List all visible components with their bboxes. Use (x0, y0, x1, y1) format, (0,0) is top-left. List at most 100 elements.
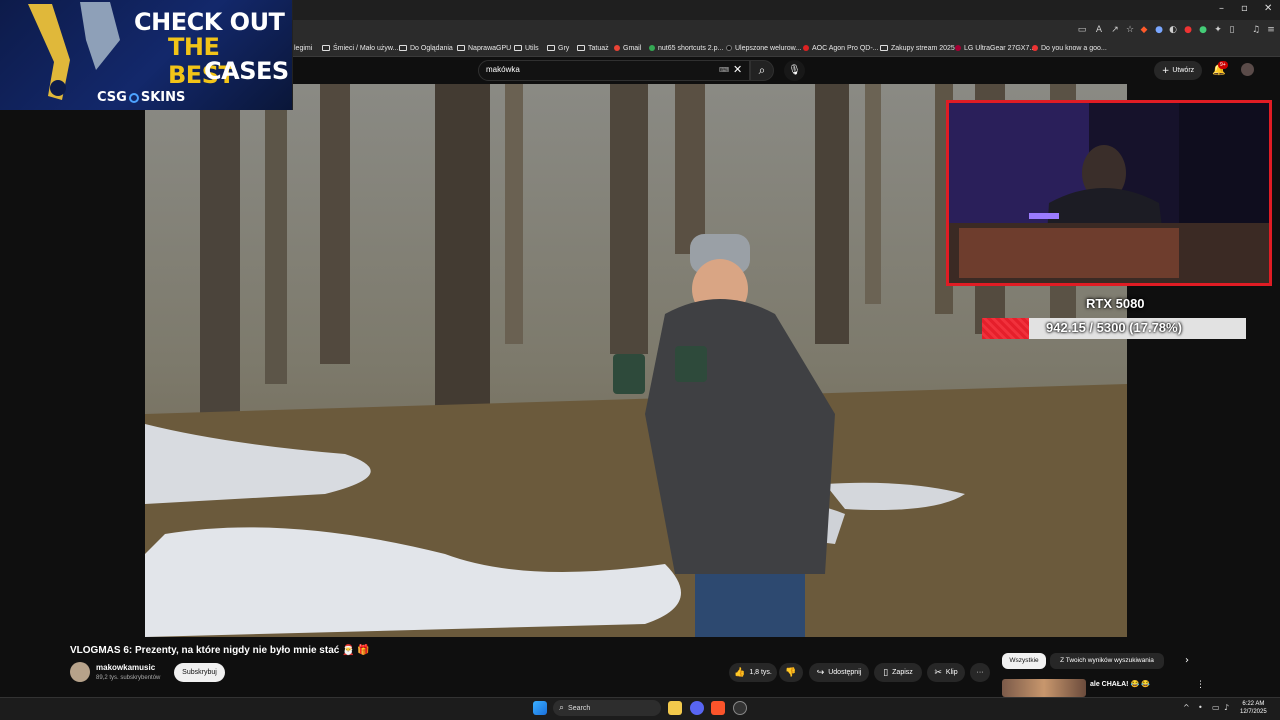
chevron-up-icon[interactable]: ^ (1183, 703, 1190, 712)
recommendation-thumbnail[interactable] (1002, 679, 1086, 697)
recommendation-title[interactable]: ale CHAŁA! 😂 😂 (1090, 680, 1150, 688)
windows-start-icon[interactable] (533, 701, 547, 715)
close-window-button[interactable]: ✕ (1264, 3, 1272, 14)
sidebar-icon[interactable]: ▯ (1226, 24, 1238, 36)
bookmark-folder[interactable]: Śmieci / Mało używ... (322, 42, 398, 54)
voice-search-button[interactable]: 🎙 (784, 60, 805, 81)
filter-chip-all[interactable]: Wszystkie (1002, 653, 1046, 669)
subscriber-count: 89,2 tys. subskrybentów (96, 675, 161, 681)
save-button[interactable]: ▯ Zapisz (874, 663, 922, 682)
gmail-icon (614, 45, 620, 51)
plus-icon: + (1161, 65, 1170, 76)
gpu-name-label: RTX 5080 (1086, 296, 1145, 311)
more-options-icon[interactable]: ⋮ (1196, 680, 1205, 690)
media-icon[interactable]: ♫ (1250, 24, 1262, 36)
folder-icon (457, 45, 465, 51)
thumbs-down-icon: 👎 (785, 667, 797, 678)
network-icon[interactable]: ▭ (1212, 703, 1220, 712)
filter-chip-search-results[interactable]: Z Twoich wyników wyszukiwania (1050, 653, 1164, 669)
brave-shield-icon[interactable]: ◆ (1138, 24, 1150, 36)
bookmark-item[interactable]: LG UltraGear 27GX7... (955, 42, 1035, 54)
obs-icon[interactable] (733, 701, 747, 715)
bookmark-folder[interactable]: Do Oglądania (399, 42, 453, 54)
file-explorer-icon[interactable] (668, 701, 682, 715)
notifications-badge: 9+ (1218, 61, 1228, 69)
brave-browser-icon[interactable] (711, 701, 725, 715)
gem-icon (128, 92, 139, 103)
bookmark-item[interactable]: Ulepszone welurow... (726, 42, 801, 54)
bookmark-item[interactable]: AOC Agon Pro QD-... (803, 42, 879, 54)
extension-icon[interactable]: ◐ (1167, 24, 1179, 36)
folder-icon (514, 45, 522, 51)
site-icon (1032, 45, 1038, 51)
thumbs-up-icon: 👍 (734, 667, 746, 678)
site-icon (726, 45, 732, 51)
bookmark-icon: ▯ (883, 667, 889, 678)
ad-brand-logo: CSG SKINS (97, 90, 186, 105)
bookmark-folder[interactable]: Utils (514, 42, 539, 54)
extension-icon[interactable]: ● (1153, 24, 1165, 36)
extension-icon[interactable]: ● (1197, 24, 1209, 36)
volume-icon[interactable]: ♪ (1224, 703, 1229, 712)
channel-name[interactable]: makowkamusic (96, 663, 155, 672)
clear-search-icon[interactable]: ✕ (733, 63, 742, 76)
bookmark-item[interactable]: Do you know a goo... (1032, 42, 1107, 54)
search-icon: ⌕ (758, 63, 766, 77)
folder-icon (547, 45, 555, 51)
search-icon: ⌕ (559, 703, 565, 713)
avatar[interactable] (1241, 63, 1254, 76)
create-button[interactable]: + Utwórz (1154, 61, 1202, 80)
maximize-button[interactable]: ▫ (1241, 3, 1248, 14)
video-title: VLOGMAS 6: Prezenty, na które nigdy nie … (70, 645, 370, 656)
clock[interactable]: 6:22 AM 12/7/2025 (1240, 700, 1267, 716)
folder-icon (577, 45, 585, 51)
create-label: Utwórz (1172, 67, 1195, 74)
scissors-icon: ✂ (934, 667, 942, 678)
taskbar-search[interactable]: ⌕ Search (553, 700, 661, 716)
extension-icon[interactable]: ● (1182, 24, 1194, 36)
bookmark-item[interactable]: legimi (294, 42, 312, 54)
google-icon (649, 45, 655, 51)
ad-headline: CHECK OUT (134, 8, 285, 36)
chevron-right-icon[interactable]: › (1185, 655, 1189, 666)
bookmark-folder[interactable]: Zakupy stream 2025 (880, 42, 955, 54)
channel-avatar[interactable] (70, 662, 90, 682)
time-text: 6:22 AM (1242, 701, 1265, 707)
keyboard-icon[interactable]: ⌨ (719, 66, 729, 74)
bookmark-folder[interactable]: NaprawaGPU (457, 42, 511, 54)
mic-tray-icon[interactable]: • (1198, 703, 1203, 712)
lg-icon (955, 45, 961, 51)
translate-icon[interactable]: A (1093, 24, 1105, 36)
folder-icon (399, 45, 407, 51)
extensions-puzzle-icon[interactable]: ✦ (1212, 24, 1224, 36)
menu-icon[interactable]: ≡ (1265, 24, 1277, 36)
bookmark-folder[interactable]: Tatuaż (577, 42, 609, 54)
bookmark-folder[interactable]: Gry (547, 42, 569, 54)
webcam-overlay (946, 100, 1272, 286)
cast-icon[interactable]: ▭ (1076, 24, 1088, 36)
microphone-icon: 🎙 (788, 65, 801, 76)
ad-headline: CASES (204, 57, 289, 85)
progress-text: 942.15 / 5300 (17.78%) (1046, 320, 1182, 335)
bookmark-gmail[interactable]: Gmail (614, 42, 641, 54)
search-query-text: makówka (486, 65, 520, 74)
webcam-frame (949, 103, 1269, 283)
bookmark-star-icon[interactable]: ☆ (1124, 24, 1136, 36)
share-button[interactable]: ↪ Udostępnij (809, 663, 869, 682)
share-icon[interactable]: ↗ (1109, 24, 1121, 36)
date-text: 12/7/2025 (1240, 709, 1267, 715)
bookmark-item[interactable]: nut65 shortcuts 2.p... (649, 42, 723, 54)
clip-button[interactable]: ✂ Klip (927, 663, 965, 682)
ad-banner[interactable]: CHECK OUT THE BEST CASES CSG SKINS (0, 0, 293, 110)
dislike-button[interactable]: 👎 (779, 663, 803, 682)
share-arrow-icon: ↪ (816, 667, 825, 678)
search-button[interactable]: ⌕ (750, 60, 774, 81)
discord-icon[interactable] (690, 701, 704, 715)
subscribe-button[interactable]: Subskrybuj (174, 663, 225, 682)
like-button[interactable]: 👍 1,8 tys. (729, 663, 777, 682)
minimize-button[interactable]: – (1219, 3, 1224, 14)
folder-icon (322, 45, 330, 51)
folder-icon (880, 45, 888, 51)
more-actions-button[interactable]: ··· (970, 663, 990, 682)
aoc-icon (803, 45, 809, 51)
